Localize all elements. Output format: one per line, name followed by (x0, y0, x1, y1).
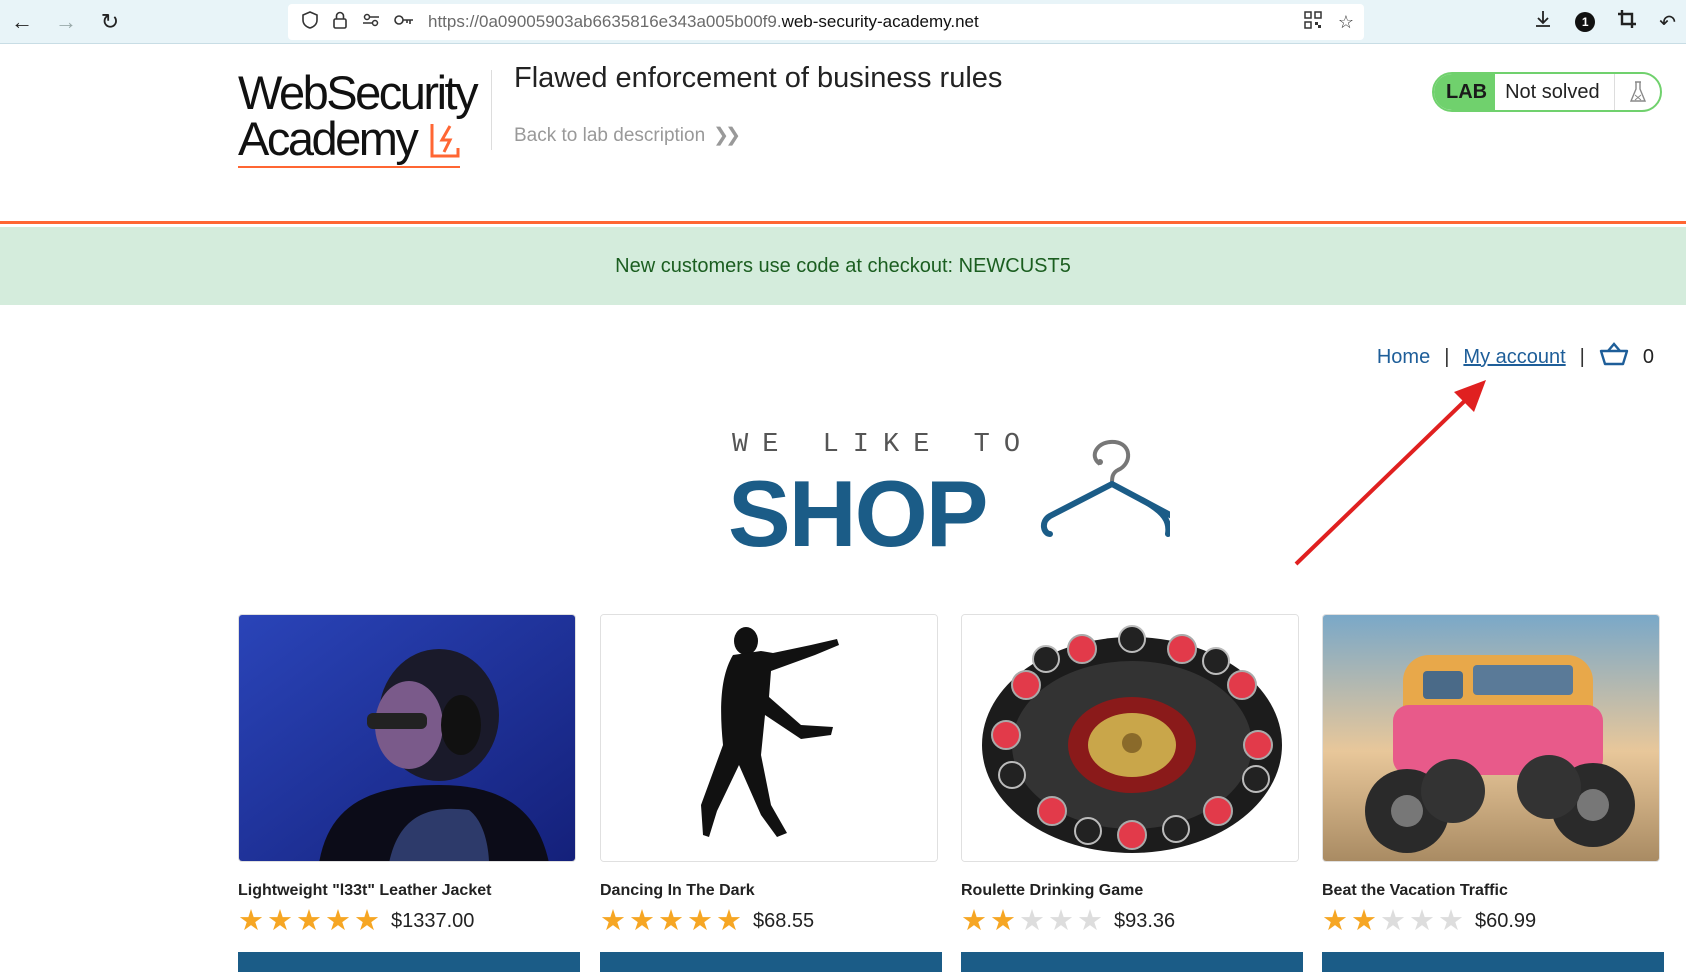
view-details-button[interactable] (600, 952, 942, 972)
product-name: Roulette Drinking Game (961, 882, 1144, 899)
shop-nav: Home | My account | 0 (1377, 342, 1654, 372)
lab-status-widget: LAB Not solved (1432, 72, 1662, 112)
permissions-icon[interactable] (362, 12, 380, 33)
star-filled-icon: ★ (1351, 905, 1377, 937)
qr-code-icon[interactable] (1304, 10, 1322, 34)
dancer-silhouette-image (601, 615, 937, 861)
star-rating: ★ ★ ★ ★ ★ (1322, 906, 1467, 936)
view-details-button[interactable] (238, 952, 580, 972)
reload-icon[interactable]: ↻ (88, 0, 132, 44)
promo-banner: New customers use code at checkout: NEWC… (0, 227, 1686, 305)
product-rating: ★ ★ ★ ★ ★ $93.36 (961, 906, 1301, 936)
star-empty-icon: ★ (1077, 905, 1103, 937)
hanger-icon (1041, 439, 1170, 537)
product-image[interactable] (961, 614, 1299, 862)
product-name: Beat the Vacation Traffic (1322, 882, 1508, 899)
star-empty-icon: ★ (1048, 905, 1074, 937)
lightning-logo-icon (430, 124, 460, 158)
download-icon[interactable] (1533, 9, 1553, 35)
product-image[interactable] (1322, 614, 1660, 862)
product-card: Roulette Drinking Game ★ ★ ★ ★ ★ $93.36 (961, 614, 1303, 972)
star-empty-icon: ★ (1380, 905, 1406, 937)
logo-underline (238, 166, 460, 168)
lock-icon[interactable] (332, 11, 348, 34)
product-price: $60.99 (1475, 909, 1537, 932)
lab-badge: LAB (1434, 74, 1496, 110)
star-filled-icon: ★ (296, 905, 322, 937)
view-details-button[interactable] (961, 952, 1303, 972)
nav-separator: | (1444, 345, 1450, 368)
star-filled-icon: ★ (961, 905, 987, 937)
nav-separator: | (1579, 345, 1585, 368)
product-price: $93.36 (1114, 909, 1176, 932)
star-filled-icon: ★ (325, 905, 351, 937)
product-name: Lightweight "l33t" Leather Jacket (238, 882, 492, 899)
product-card: Lightweight "l33t" Leather Jacket ★ ★ ★ ★ ★ … (238, 614, 580, 972)
product-image[interactable] (238, 614, 576, 862)
star-empty-icon: ★ (1019, 905, 1045, 937)
star-filled-icon: ★ (354, 905, 380, 937)
product-price: $68.55 (753, 909, 815, 932)
product-rating: ★ ★ ★ ★ ★ $60.99 (1322, 906, 1662, 936)
bookmark-star-icon[interactable]: ☆ (1338, 12, 1354, 33)
address-bar[interactable]: https://0a09005903ab6635816e343a005b00f9… (288, 4, 1364, 40)
star-filled-icon: ★ (267, 905, 293, 937)
star-rating: ★ ★ ★ ★ ★ (238, 906, 383, 936)
star-empty-icon: ★ (1438, 905, 1464, 937)
header-divider (491, 70, 492, 150)
product-card: Dancing In The Dark ★ ★ ★ ★ ★ $68.55 (600, 614, 942, 972)
star-filled-icon: ★ (600, 905, 626, 937)
product-rating: ★ ★ ★ ★ ★ $68.55 (600, 906, 940, 936)
key-icon[interactable] (394, 12, 414, 32)
crop-icon[interactable] (1617, 9, 1637, 35)
flask-icon (1614, 74, 1660, 110)
lab-status-text: Not solved (1505, 80, 1600, 103)
browser-toolbar: ← → ↻ https://0a09005903ab6635816e343a00… (0, 0, 1686, 44)
star-empty-icon: ★ (1409, 905, 1435, 937)
double-chevron-icon: ❯❯ (713, 125, 741, 146)
shield-icon[interactable] (302, 10, 318, 34)
forward-arrow-icon[interactable]: → (44, 0, 88, 44)
url-text[interactable]: https://0a09005903ab6635816e343a005b00f9… (428, 12, 979, 32)
lab-header: WebSecurity Academy Flawed enforcement o… (0, 44, 1686, 224)
promo-text: New customers use code at checkout: NEWC… (615, 254, 1071, 277)
undo-icon[interactable]: ↶ (1659, 10, 1676, 35)
cart-icon[interactable] (1599, 342, 1629, 372)
product-rating: ★ ★ ★ ★ ★ $1337.00 (238, 906, 578, 936)
star-filled-icon: ★ (238, 905, 264, 937)
star-filled-icon: ★ (990, 905, 1016, 937)
banner-tagline: WE LIKE TO (732, 430, 1035, 460)
star-filled-icon: ★ (1322, 905, 1348, 937)
product-card: Beat the Vacation Traffic ★ ★ ★ ★ ★ $60.99 (1322, 614, 1664, 972)
cart-count[interactable]: 0 (1643, 346, 1654, 369)
star-filled-icon: ★ (687, 905, 713, 937)
star-filled-icon: ★ (716, 905, 742, 937)
woman-headphones-image (239, 615, 575, 861)
star-rating: ★ ★ ★ ★ ★ (600, 906, 745, 936)
star-filled-icon: ★ (658, 905, 684, 937)
home-link[interactable]: Home (1377, 346, 1430, 369)
star-filled-icon: ★ (629, 905, 655, 937)
roulette-shot-glasses-image (962, 615, 1298, 861)
product-name: Dancing In The Dark (600, 882, 755, 899)
my-account-link[interactable]: My account (1463, 346, 1565, 369)
back-to-lab-description-link[interactable]: Back to lab description ❯❯ (514, 124, 741, 147)
star-rating: ★ ★ ★ ★ ★ (961, 906, 1106, 936)
lab-title: Flawed enforcement of business rules (514, 62, 1003, 94)
monster-van-image (1323, 615, 1659, 861)
product-image[interactable] (600, 614, 938, 862)
extension-badge[interactable]: 1 (1575, 12, 1596, 32)
web-security-academy-logo[interactable]: WebSecurity Academy (238, 69, 490, 170)
view-details-button[interactable] (1322, 952, 1664, 972)
banner-headline: SHOP (728, 461, 988, 566)
product-price: $1337.00 (391, 909, 475, 932)
back-arrow-icon[interactable]: ← (0, 0, 44, 44)
annotation-arrow-icon (1294, 380, 1486, 566)
